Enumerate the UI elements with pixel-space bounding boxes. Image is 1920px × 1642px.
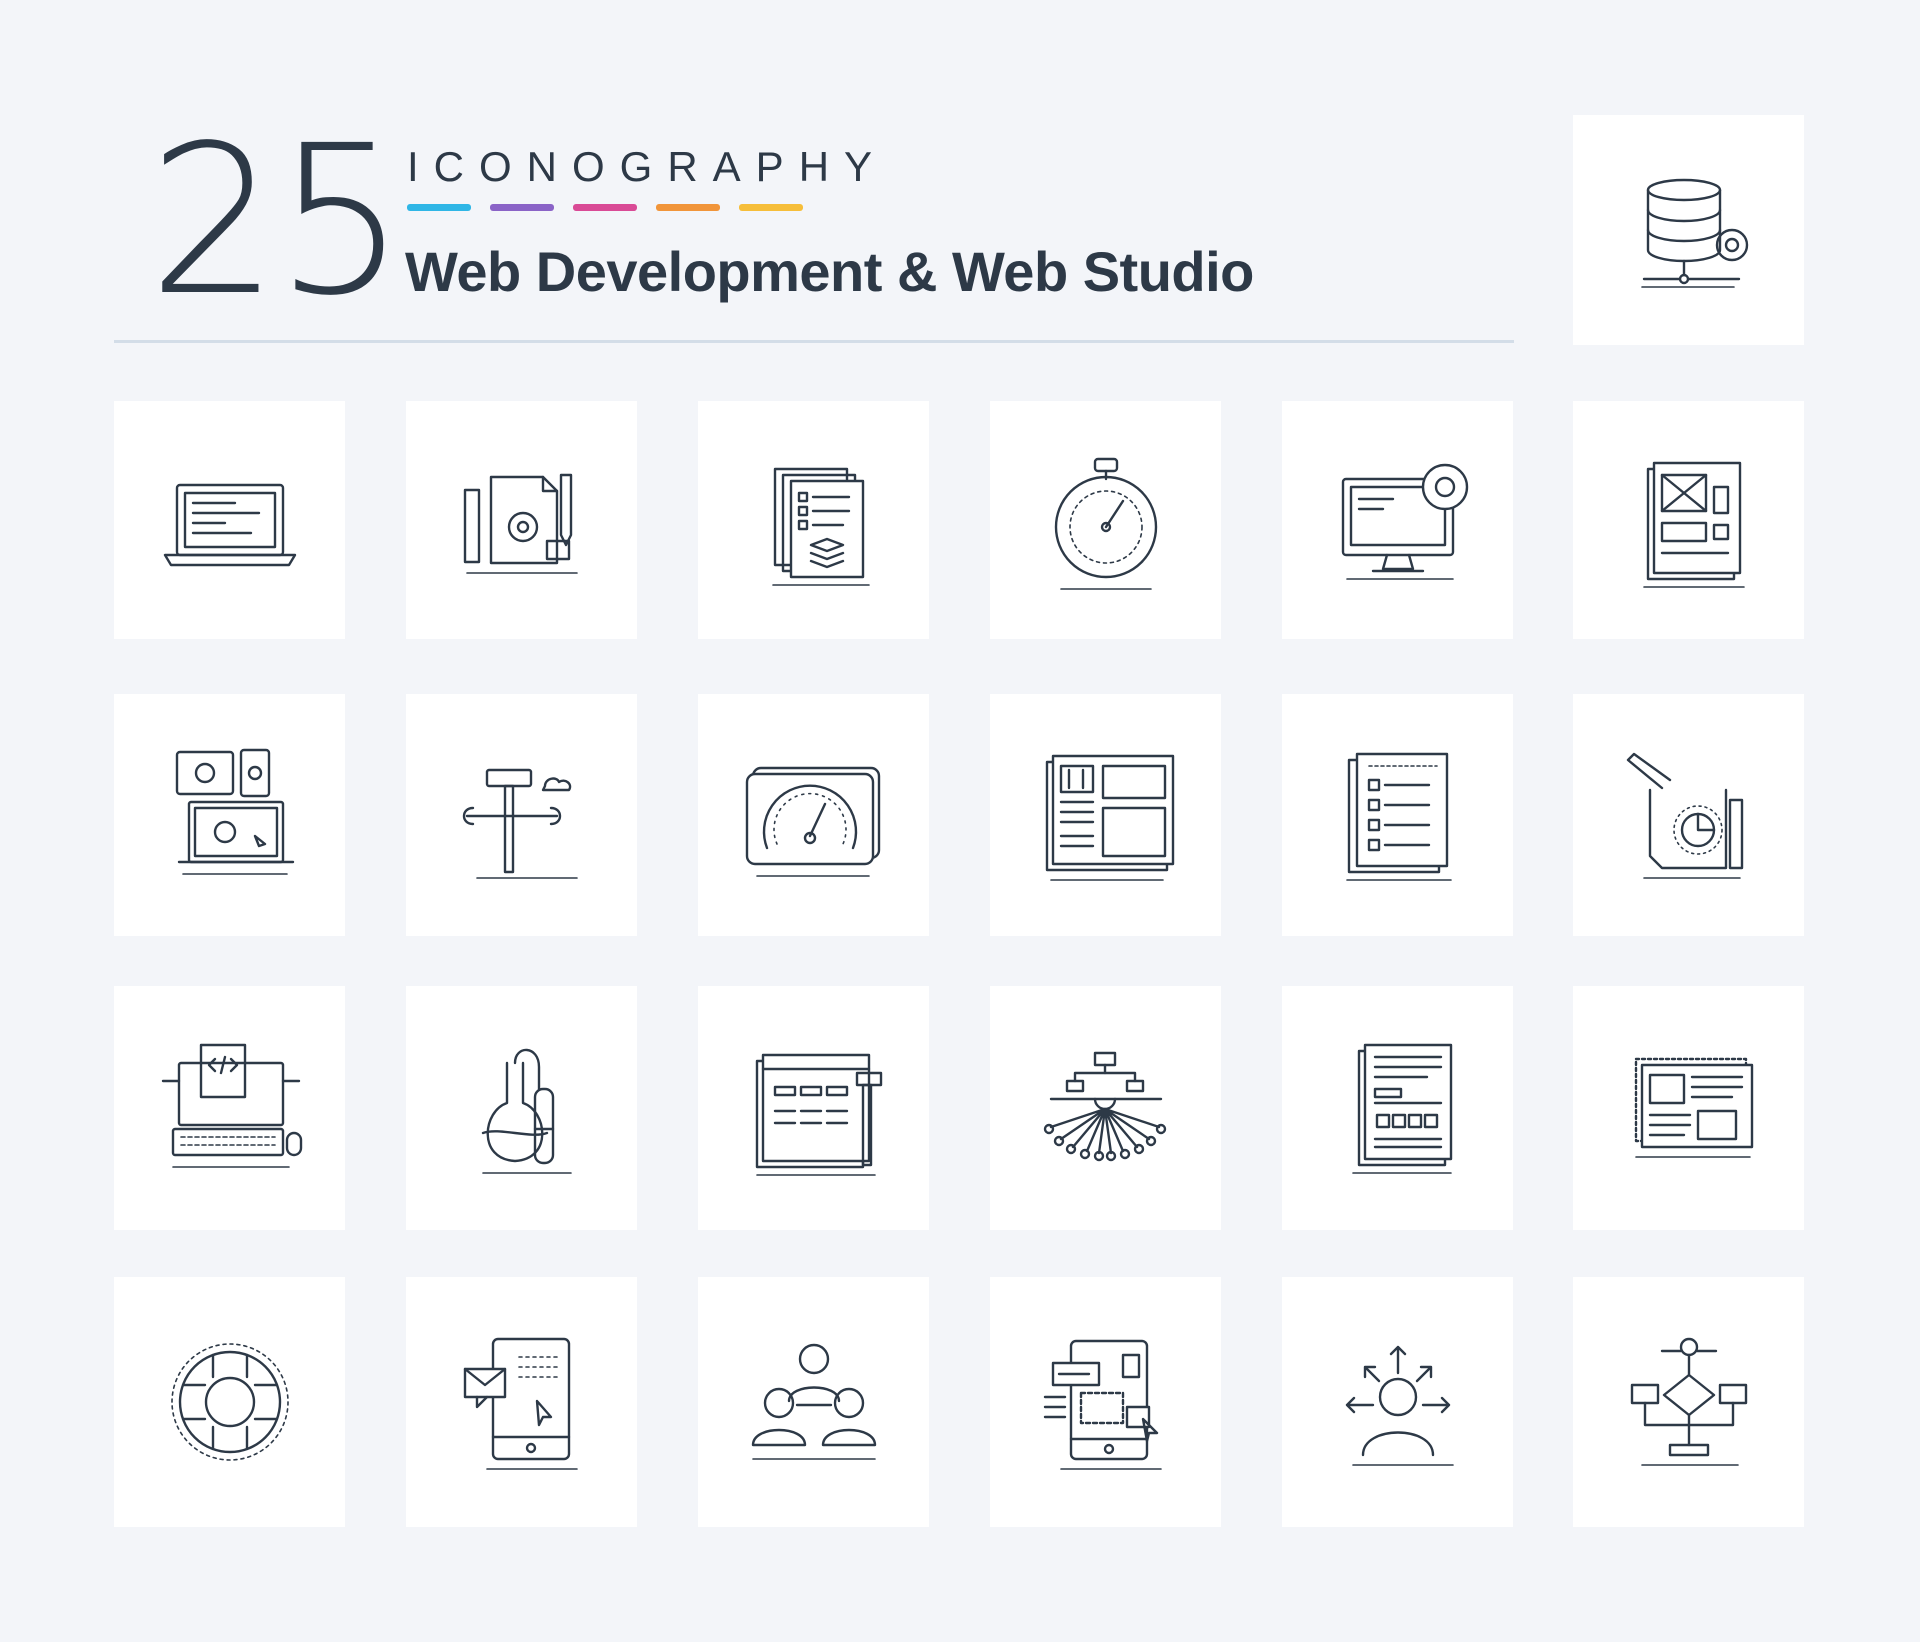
stopwatch-icon	[1054, 457, 1157, 590]
icon-tile	[1573, 401, 1804, 639]
icon-tile	[990, 401, 1221, 639]
pack-title: Web Development & Web Studio	[405, 240, 1254, 303]
network-hierarchy-icon	[1043, 1051, 1166, 1162]
icon-tile	[406, 986, 637, 1230]
header-divider	[114, 340, 1514, 343]
icon-tile	[1282, 401, 1513, 639]
layout-template-icon	[1634, 1057, 1753, 1158]
responsive-devices-icon	[175, 748, 294, 875]
color-bar-orange	[656, 204, 720, 211]
icon-count: 25	[148, 101, 406, 341]
speedometer-icon	[745, 766, 880, 877]
icon-tile	[1573, 694, 1804, 936]
icon-tile	[1573, 1277, 1804, 1527]
color-bar-yellow	[739, 204, 803, 211]
icon-tile	[406, 401, 637, 639]
icon-tile	[1573, 986, 1804, 1230]
lifebuoy-icon	[170, 1343, 289, 1461]
color-bar-blue	[407, 204, 471, 211]
icon-tile	[114, 401, 345, 639]
icon-tile	[990, 694, 1221, 936]
featured-icon-tile	[1573, 115, 1804, 345]
icon-tile	[1282, 694, 1513, 936]
mobile-ui-icon	[1043, 1339, 1162, 1470]
team-icon	[751, 1343, 876, 1460]
laptop-code-icon	[163, 483, 296, 567]
icon-tile	[698, 401, 929, 639]
brand-name: ICONOGRAPHY	[407, 143, 888, 190]
icon-tile	[406, 1277, 637, 1527]
mobile-mail-icon	[463, 1337, 578, 1470]
database-gear-icon	[1640, 178, 1748, 288]
browser-hammer-icon	[755, 1053, 882, 1176]
checklist-icon	[1345, 752, 1452, 881]
icon-tile	[1282, 1277, 1513, 1527]
icon-tile	[114, 986, 345, 1230]
color-bar-purple	[490, 204, 554, 211]
icon-tile	[698, 986, 929, 1230]
file-layers-icon	[771, 467, 870, 586]
icon-tile	[990, 986, 1221, 1230]
code-computer-icon	[161, 1043, 302, 1168]
pencil-pie-chart-icon	[1626, 752, 1743, 879]
wireframe-layout-icon	[1642, 461, 1745, 588]
monitor-gear-icon	[1341, 463, 1468, 580]
icon-tile	[990, 1277, 1221, 1527]
web-page-icon	[1351, 1043, 1452, 1174]
flowchart-icon	[1630, 1337, 1747, 1466]
icon-tile	[698, 1277, 929, 1527]
icon-tile	[406, 694, 637, 936]
icon-tile	[114, 694, 345, 936]
person-arrows-icon	[1345, 1345, 1454, 1466]
page-layout-icon	[1045, 754, 1174, 881]
icon-tile	[114, 1277, 345, 1527]
color-bar-pink	[573, 204, 637, 211]
icon-tile	[698, 694, 929, 936]
flask-test-tube-icon	[481, 1048, 572, 1174]
hammer-wrench-cloud-icon	[462, 768, 578, 879]
icon-tile	[1282, 986, 1513, 1230]
design-document-icon	[463, 473, 578, 574]
